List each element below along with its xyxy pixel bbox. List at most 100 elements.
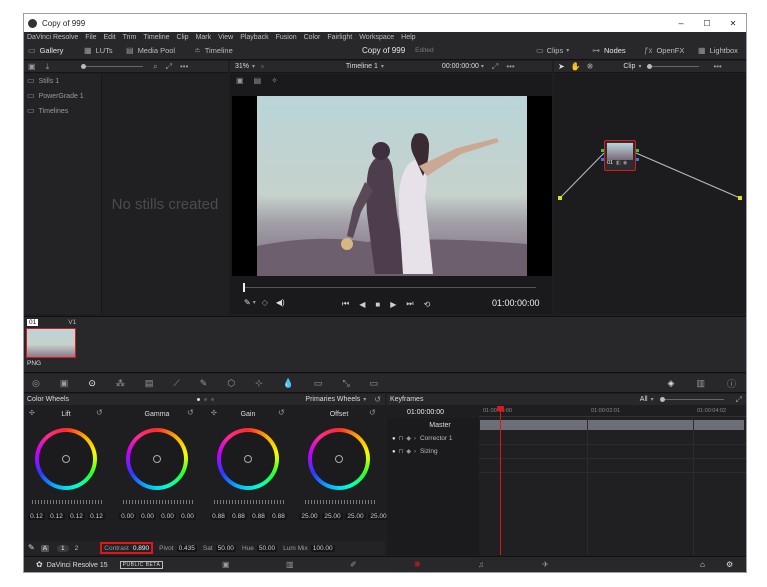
zoom-chevron-icon[interactable]: ▾ — [252, 64, 255, 70]
openfx-button[interactable]: ƒx OpenFX — [644, 46, 684, 55]
output-connector[interactable] — [738, 196, 742, 200]
blur-icon[interactable]: 💧 — [283, 378, 294, 389]
menu-playback[interactable]: Playback — [240, 34, 268, 41]
timeline-button[interactable]: ≐ Timeline — [194, 46, 233, 55]
input-connector[interactable] — [558, 196, 562, 200]
menu-color[interactable]: Color — [304, 34, 321, 41]
sat-value[interactable]: 50.00 — [215, 544, 236, 552]
gallery-item-timelines[interactable]: ▭ Timelines — [24, 104, 101, 118]
key-icon[interactable]: ▭ — [314, 378, 323, 389]
info-icon[interactable]: ⓘ — [727, 377, 736, 390]
import-icon[interactable]: ⤓ — [46, 62, 50, 71]
wheels-mode-chevron-icon[interactable]: ▾ — [363, 397, 366, 403]
track-sizing[interactable]: ● ⊓ ◆ › Sizing — [387, 445, 479, 458]
menu-mark[interactable]: Mark — [196, 34, 212, 41]
expand-chevron-icon[interactable]: › — [414, 449, 416, 455]
curves-icon[interactable]: ⟋ — [173, 378, 179, 389]
lock-icon[interactable]: ⊓ — [399, 449, 404, 455]
camera-raw-icon[interactable]: ◎ — [32, 378, 40, 389]
lift-y-value[interactable]: 0.12 — [28, 513, 45, 520]
menu-davinci[interactable]: DaVinci Resolve — [27, 34, 78, 41]
lift-b-value[interactable]: 0.12 — [88, 513, 105, 520]
3d-icon[interactable]: ▭ — [370, 378, 379, 389]
auto-button[interactable]: A — [40, 544, 50, 552]
expand-chevron-icon[interactable]: › — [414, 436, 416, 442]
auto-balance-icon[interactable]: ✎ — [28, 544, 35, 552]
master-track-bar[interactable] — [480, 420, 744, 430]
offset-wheel-center[interactable] — [335, 455, 343, 463]
qualifier-icon[interactable]: ✎ — [200, 378, 208, 389]
jump-start-icon[interactable]: ⏮ — [342, 299, 349, 309]
menu-fairlight[interactable]: Fairlight — [327, 34, 352, 41]
viewer-options-icon[interactable]: ▫ — [261, 62, 264, 71]
keyframes-playhead[interactable] — [497, 406, 504, 555]
fairlight-page-icon[interactable]: ♫ — [478, 561, 484, 569]
color-wheels-icon[interactable]: ⊙ — [88, 378, 96, 389]
color-page-icon[interactable]: ❋ — [414, 561, 421, 569]
viewer-more-icon[interactable]: ••• — [506, 62, 514, 71]
minimize-button[interactable]: – — [668, 18, 694, 28]
keyframes-zoom-slider[interactable] — [659, 397, 724, 402]
gain-b-value[interactable]: 0.88 — [270, 513, 287, 520]
nodes-button[interactable]: ⊶ Nodes — [592, 46, 626, 55]
wheels-mode[interactable]: Primaries Wheels — [305, 396, 360, 403]
node-rgb-output[interactable] — [636, 149, 639, 152]
node-rgb-input[interactable] — [601, 149, 604, 152]
lightbox-button[interactable]: ▦ Lightbox — [698, 46, 738, 55]
tracker-icon[interactable]: ⊹ — [255, 378, 263, 389]
luts-button[interactable]: ▦ LUTs — [84, 46, 113, 55]
lift-g-value[interactable]: 0.12 — [68, 513, 85, 520]
clips-button[interactable]: ▭ Clips ▾ — [536, 46, 569, 55]
home-icon[interactable]: ⌂ — [700, 561, 705, 569]
node-more-icon[interactable]: ••• — [713, 62, 721, 71]
node-key-input[interactable] — [601, 158, 604, 161]
playback-scrubber[interactable] — [243, 283, 536, 292]
gain-y-value[interactable]: 0.88 — [210, 513, 227, 520]
menu-help[interactable]: Help — [401, 34, 415, 41]
stop-icon[interactable]: ■ — [375, 300, 380, 309]
gamma-master-wheel[interactable] — [123, 500, 193, 504]
clip-thumbnail[interactable] — [26, 328, 76, 358]
gallery-button[interactable]: ▭ Gallery — [28, 46, 63, 55]
gain-master-wheel[interactable] — [214, 500, 284, 504]
node-key-output[interactable] — [636, 158, 639, 161]
deliver-page-icon[interactable]: ✈ — [542, 561, 549, 569]
lift-master-wheel[interactable] — [32, 500, 102, 504]
pivot-value[interactable]: 0.435 — [176, 544, 197, 552]
menu-timeline[interactable]: Timeline — [143, 34, 169, 41]
gain-wheel-center[interactable] — [244, 455, 252, 463]
offset-color-wheel[interactable] — [308, 428, 370, 490]
gallery-view-icon[interactable]: ▣ — [28, 62, 36, 71]
contrast-control[interactable]: Contrast 0.890 — [100, 542, 154, 554]
page-dot[interactable] — [204, 398, 208, 401]
gamma-reset-icon[interactable]: ↺ — [187, 409, 194, 417]
offset-reset-icon[interactable]: ↺ — [369, 409, 376, 417]
eyedropper-icon[interactable]: ✎ — [244, 299, 251, 307]
track-master[interactable]: Master — [387, 418, 479, 432]
hand-icon[interactable]: ✋ — [571, 62, 581, 71]
keyframes-expand-icon[interactable]: ⤢ — [736, 395, 742, 404]
hue-value[interactable]: 50.00 — [256, 544, 278, 552]
offset-r-value[interactable]: 25.00 — [322, 513, 343, 520]
search-icon[interactable]: ⌕ — [153, 62, 157, 71]
menu-clip[interactable]: Clip — [177, 34, 189, 41]
offset-b-value[interactable]: 25.00 — [368, 513, 389, 520]
menu-fusion[interactable]: Fusion — [276, 34, 297, 41]
keyframe-diamond-icon[interactable]: ◆ — [406, 436, 411, 442]
media-pool-button[interactable]: ▤ Media Pool — [126, 46, 175, 55]
sizing-icon[interactable]: ⤡ — [342, 378, 349, 389]
playhead-marker[interactable] — [243, 283, 245, 292]
node-zoom-slider[interactable] — [647, 64, 700, 69]
gallery-item-stills[interactable]: ▭ Stills 1 — [24, 74, 101, 88]
scopes-icon[interactable]: ▥ — [696, 378, 705, 389]
timecode-chevron-icon[interactable]: ▾ — [481, 64, 484, 70]
close-button[interactable]: ✕ — [720, 19, 746, 28]
pointer-icon[interactable]: ➤ — [558, 62, 565, 71]
lum-mix-value[interactable]: 100.00 — [310, 544, 335, 552]
page-dot-active[interactable] — [197, 398, 201, 401]
filter-chevron-icon[interactable]: ▾ — [651, 397, 654, 403]
viewer-expand-icon[interactable]: ⤢ — [492, 62, 498, 71]
color-node-icon[interactable]: ❋ — [587, 62, 594, 71]
maximize-button[interactable]: ☐ — [694, 19, 720, 28]
menu-file[interactable]: File — [85, 34, 96, 41]
